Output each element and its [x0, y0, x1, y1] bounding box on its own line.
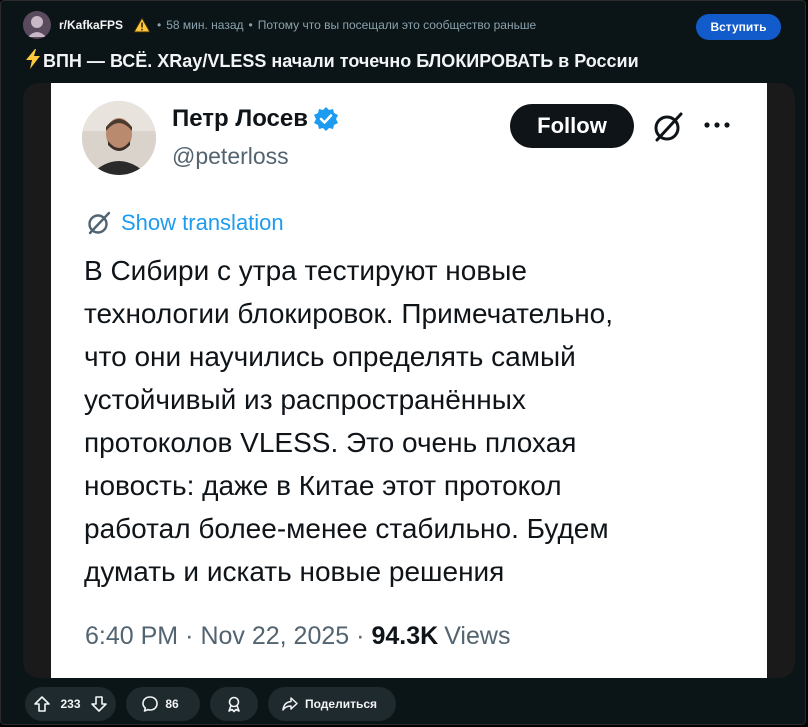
tweet-text-line: протоколов VLESS. Это очень плохая [84, 427, 577, 458]
tweet-screenshot: Петр Лосев @peterloss Follow Show transl… [51, 83, 767, 678]
comments-button[interactable]: 86 [126, 687, 200, 721]
tweet-author-name-text: Петр Лосев [172, 105, 308, 132]
subreddit-avatar[interactable] [23, 11, 51, 39]
show-translation: Show translation [86, 210, 284, 236]
award-button[interactable] [210, 687, 258, 721]
more-options-icon [701, 115, 735, 135]
separator-dot: · [185, 622, 194, 650]
post-header: r/KafkaFPS • 58 мин. назад • Потому что … [23, 9, 783, 41]
recommendation-reason: Потому что вы посещали это сообщество ра… [257, 18, 537, 32]
show-translation-label: Show translation [121, 210, 284, 235]
tweet-text-line: новость: даже в Китае этот протокол [84, 470, 562, 501]
post-title-text: ВПН — ВСЁ. XRay/VLESS начали точечно БЛО… [43, 51, 639, 71]
comment-icon [141, 695, 159, 713]
upvote-icon[interactable] [33, 695, 51, 713]
award-icon [225, 695, 243, 713]
share-label: Поделиться [304, 697, 378, 711]
separator-dot: • [248, 18, 253, 32]
tweet-text-line: устойчивый из распространённых [84, 384, 526, 415]
tweet-avatar [82, 101, 156, 175]
verified-badge-icon [313, 106, 339, 132]
warning-icon [132, 15, 152, 35]
join-button[interactable]: Вступить [696, 14, 781, 40]
vote-count: 233 [60, 697, 81, 711]
tweet-author-name: Петр Лосев [172, 105, 339, 133]
post-time: 58 мин. назад [166, 18, 244, 32]
follow-button: Follow [510, 104, 634, 148]
tweet-text: В Сибири с утра тестируют новые технолог… [84, 249, 724, 593]
tweet-text-line: думать и искать новые решения [84, 556, 505, 587]
grok-icon [651, 110, 685, 144]
post-actions: 233 86 Поделиться [25, 687, 406, 721]
tweet-views-count: 94.3K [371, 622, 439, 650]
post-card: r/KafkaFPS • 58 мин. назад • Потому что … [0, 0, 806, 725]
tweet-date: Nov 22, 2025 [200, 622, 350, 650]
tweet-text-line: технологии блокировок. Примечательно, [84, 298, 614, 329]
separator-dot: • [157, 18, 162, 32]
vote-control: 233 [25, 687, 116, 721]
tweet-text-line: работал более-менее стабильно. Будем [84, 513, 609, 544]
lightning-icon [25, 49, 41, 74]
tweet-views-label: Views [444, 622, 511, 650]
tweet-author-handle: @peterloss [172, 143, 289, 169]
tweet-text-line: что они научились определять самый [84, 341, 576, 372]
downvote-icon[interactable] [90, 695, 108, 713]
subreddit-name[interactable]: r/KafkaFPS [59, 18, 123, 32]
share-button[interactable]: Поделиться [268, 687, 396, 721]
tweet-meta: 6:40 PM · Nov 22, 2025 · 94.3K Views [85, 622, 510, 651]
post-title[interactable]: ВПН — ВСЁ. XRay/VLESS начали точечно БЛО… [25, 49, 639, 74]
tweet-text-line: В Сибири с утра тестируют новые [84, 255, 527, 286]
share-icon [281, 695, 299, 713]
separator-dot: · [356, 622, 365, 650]
comment-count: 86 [165, 697, 179, 711]
grok-icon [86, 210, 112, 236]
tweet-time: 6:40 PM [85, 622, 179, 650]
